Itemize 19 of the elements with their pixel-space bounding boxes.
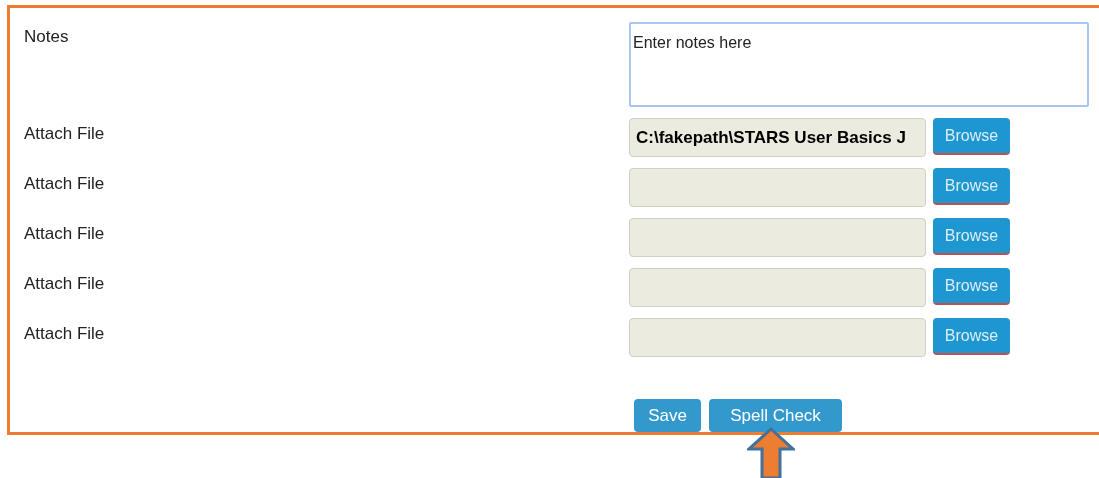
file-path-field[interactable]: [629, 168, 926, 207]
file-path-field[interactable]: [629, 318, 926, 357]
field-label: Attach File: [24, 123, 106, 145]
notes-field[interactable]: Enter notes here: [629, 22, 1089, 107]
file-path-field[interactable]: [629, 218, 926, 257]
save-button[interactable]: Save: [634, 399, 701, 432]
browse-button[interactable]: Browse: [933, 218, 1010, 255]
file-path-field[interactable]: [629, 268, 926, 307]
field-label: Attach File: [24, 223, 106, 245]
browse-button[interactable]: Browse: [933, 118, 1010, 155]
browse-button[interactable]: Browse: [933, 168, 1010, 205]
browse-button[interactable]: Browse: [933, 268, 1010, 305]
file-path-field[interactable]: C:\fakepath\STARS User Basics J: [629, 118, 926, 157]
field-label: Attach File: [24, 323, 106, 345]
field-label: Attach File: [24, 273, 106, 295]
spell-check-button[interactable]: Spell Check: [709, 399, 842, 432]
browse-button[interactable]: Browse: [933, 318, 1010, 355]
field-label: Notes: [24, 26, 70, 48]
field-label: Attach File: [24, 173, 106, 195]
